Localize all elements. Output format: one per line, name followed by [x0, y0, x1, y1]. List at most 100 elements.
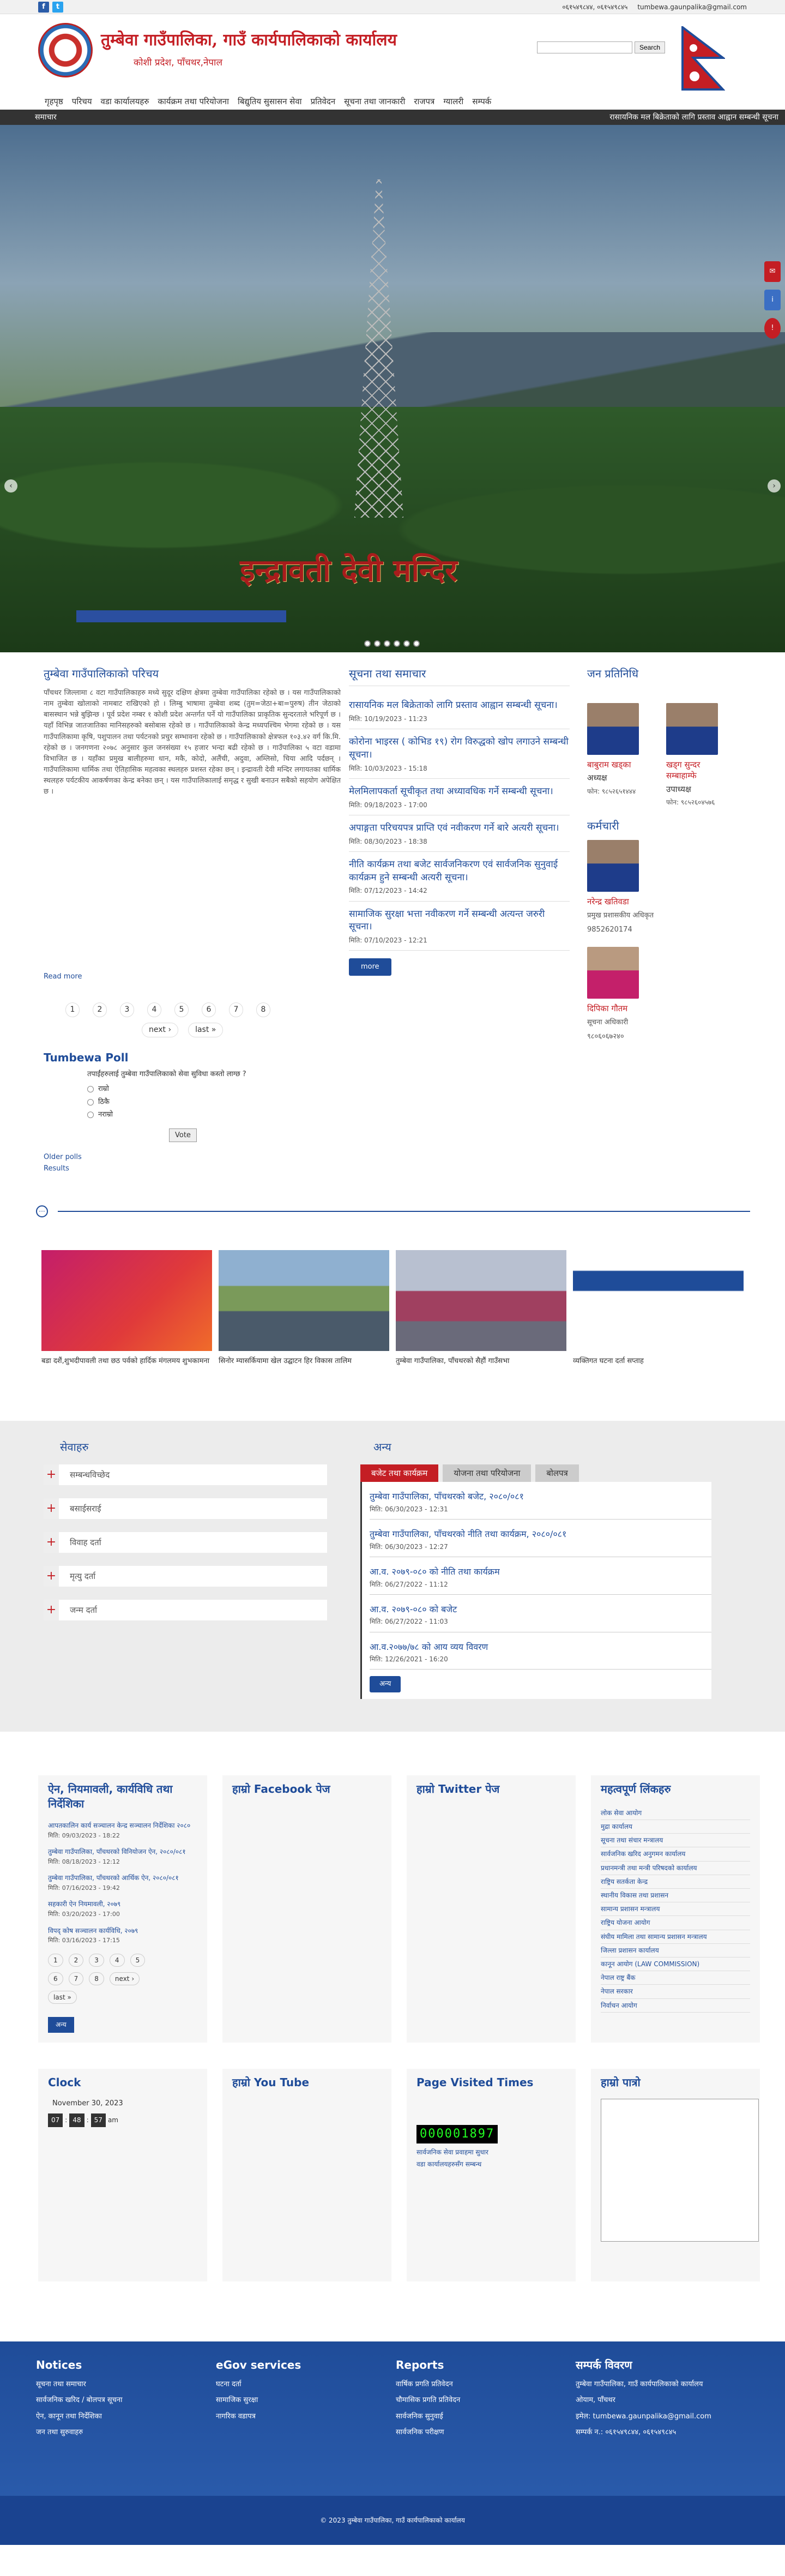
- important-link[interactable]: लोक सेवा आयोग: [601, 1806, 750, 1821]
- pager-page[interactable]: 4: [147, 1002, 161, 1017]
- important-link[interactable]: संघीय मामिला तथा सामान्य प्रशासन मन्त्रा…: [601, 1930, 750, 1944]
- slider-dot[interactable]: [394, 640, 400, 647]
- footer-link[interactable]: सूचना तथा समाचार: [36, 2379, 216, 2390]
- radio-icon[interactable]: [87, 1085, 94, 1092]
- gallery-caption[interactable]: व्यक्तिगत घटना दर्ता सप्ताह: [573, 1356, 744, 1366]
- nav-item[interactable]: परिचय: [72, 96, 92, 107]
- law-pager-item[interactable]: 5: [130, 1953, 146, 1967]
- alert-icon[interactable]: !: [764, 318, 781, 339]
- important-link[interactable]: मुद्रा कार्यालय: [601, 1820, 750, 1834]
- rep-name[interactable]: बाबुराम खड्का: [587, 759, 650, 770]
- plus-icon[interactable]: +: [44, 1600, 59, 1621]
- service-item[interactable]: + विवाह दर्ता: [44, 1532, 327, 1553]
- nav-item[interactable]: वडा कार्यालयहरु: [101, 96, 149, 107]
- important-link[interactable]: नेपाल सरकार: [601, 1985, 750, 1999]
- law-title[interactable]: तुम्बेवा गाउँपालिका, पाँचथरको आर्थिक ऐन,…: [48, 1874, 197, 1883]
- tab-3[interactable]: बोलपत्र: [535, 1464, 579, 1482]
- gallery-item[interactable]: सिनोर म्यासर्कियामा खेल उद्घाटन हिर विका…: [219, 1250, 389, 1366]
- pager-page[interactable]: 6: [202, 1002, 216, 1017]
- slider-next-icon[interactable]: ›: [768, 479, 781, 493]
- footer-link[interactable]: सामाजिक सुरक्षा: [216, 2395, 396, 2406]
- law-pager-item[interactable]: next ›: [109, 1972, 140, 1986]
- other-item-title[interactable]: तुम्बेवा गाउँपालिका, पाँचथरको नीति तथा क…: [370, 1528, 711, 1540]
- news-title[interactable]: अपाङ्गता परिचयपत्र प्राप्ति एवं नवीकरण ग…: [349, 822, 570, 835]
- other-item-title[interactable]: आ.व.२०७७/७८ को आय व्यय विवरण: [370, 1641, 711, 1653]
- important-link[interactable]: सूचना तथा संचार मन्त्रालय: [601, 1834, 750, 1848]
- calendar-frame[interactable]: [601, 2098, 759, 2242]
- tab-2[interactable]: योजना तथा परियोजना: [443, 1464, 532, 1482]
- footer-link[interactable]: तुम्बेवा गाउँपालिका, गाउँ कार्यपालिकाको …: [576, 2379, 756, 2390]
- important-link[interactable]: सार्वजनिक खरिद अनुगमन कार्यालय: [601, 1847, 750, 1862]
- footer-link[interactable]: इमेल: tumbewa.gaunpalika@gmail.com: [576, 2411, 756, 2422]
- municipality-logo[interactable]: [38, 23, 93, 77]
- footer-link[interactable]: ऐन, कानून तथा निर्देशिका: [36, 2411, 216, 2422]
- pager-next[interactable]: next ›: [142, 1022, 179, 1037]
- slider-dot[interactable]: [403, 640, 410, 647]
- plus-icon[interactable]: +: [44, 1464, 59, 1486]
- footer-link[interactable]: नागरिक वडापत्र: [216, 2411, 396, 2422]
- important-link[interactable]: नेपाल राष्ट्र बैंक: [601, 1971, 750, 1985]
- law-pager-item[interactable]: 4: [109, 1953, 125, 1967]
- other-item-title[interactable]: तुम्बेवा गाउँपालिका, पाँचथरको बजेट, २०८०…: [370, 1491, 711, 1503]
- law-pager-item[interactable]: 2: [68, 1953, 84, 1967]
- staff-name[interactable]: दिपिका गौतम: [587, 1003, 751, 1014]
- slider-prev-icon[interactable]: ‹: [4, 479, 17, 493]
- poll-option[interactable]: ठिकै: [87, 1097, 341, 1107]
- vote-button[interactable]: Vote: [169, 1128, 197, 1143]
- footer-link[interactable]: जन तथा सुरुवाहरु: [36, 2427, 216, 2438]
- other-item-title[interactable]: आ.व. २०७९-०८० को बजेट: [370, 1604, 711, 1616]
- read-more-link[interactable]: Read more: [44, 972, 82, 981]
- footer-link[interactable]: सार्वजनिक खरिद / बोलपत्र सूचना: [36, 2395, 216, 2406]
- footer-link[interactable]: चौमासिक प्रगति प्रतिवेदन: [396, 2395, 576, 2406]
- nav-item[interactable]: ग्यालरी: [443, 96, 463, 107]
- gallery-item[interactable]: बडा दशैं,शुभदीपावली तथा छठ पर्वको हार्दि…: [41, 1250, 212, 1366]
- law-pager-item[interactable]: last »: [48, 1991, 77, 2004]
- footer-link[interactable]: वार्षिक प्रगति प्रतिवेदन: [396, 2379, 576, 2390]
- important-link[interactable]: जिल्ला प्रशासन कार्यालय: [601, 1944, 750, 1957]
- rep-name[interactable]: खड्ग सुन्दर सम्बाहाम्फे: [666, 759, 729, 782]
- laws-more-button[interactable]: अन्य: [48, 2017, 74, 2033]
- pager-page[interactable]: 2: [93, 1002, 107, 1017]
- chat-icon[interactable]: ✉: [764, 261, 781, 282]
- law-pager-item[interactable]: 8: [89, 1972, 104, 1986]
- important-link[interactable]: स्थानीय विकास तथा प्रशासन: [601, 1889, 750, 1903]
- radio-icon[interactable]: [87, 1112, 94, 1119]
- other-more-button[interactable]: अन्य: [370, 1676, 401, 1692]
- facebook-icon[interactable]: f: [38, 2, 49, 13]
- pager-page[interactable]: 3: [120, 1002, 134, 1017]
- poll-option[interactable]: राम्रो: [87, 1084, 341, 1094]
- info-icon[interactable]: i: [764, 290, 781, 310]
- news-title[interactable]: रासायनिक मल बिक्रेताको लागि प्रस्ताव आह्…: [349, 699, 570, 712]
- news-title[interactable]: कोरोना भाइरस ( कोभिड १९) रोग विरुद्धको ख…: [349, 736, 570, 762]
- older-polls-link[interactable]: Older polls: [44, 1152, 341, 1163]
- search-input[interactable]: [536, 41, 632, 53]
- poll-results-link[interactable]: Results: [44, 1163, 341, 1175]
- ticker-text[interactable]: रासायनिक मल बिक्रेताको लागि प्रस्ताव आह्…: [609, 112, 785, 123]
- footer-link[interactable]: सार्वजनिक परीक्षण: [396, 2427, 576, 2438]
- pager-page[interactable]: 1: [65, 1002, 80, 1017]
- service-item[interactable]: + मृत्यु दर्ता: [44, 1566, 327, 1587]
- law-pager-item[interactable]: 3: [89, 1953, 104, 1967]
- nav-item[interactable]: गृहपृष्ठ: [45, 96, 63, 107]
- gallery-caption[interactable]: तुम्बेवा गाउँपालिका, पाँचथरको सैहौं गाउँ…: [396, 1356, 566, 1366]
- footer-link[interactable]: सम्पर्क न.: ०६१५४९८४४, ०६१५४९८४५: [576, 2427, 756, 2438]
- gallery-caption[interactable]: बडा दशैं,शुभदीपावली तथा छठ पर्वको हार्दि…: [41, 1356, 212, 1366]
- important-link[interactable]: सामान्य प्रशासन मन्त्रालय: [601, 1902, 750, 1917]
- footer-link[interactable]: ओयाम, पाँचथर: [576, 2395, 756, 2406]
- footer-link[interactable]: घटना दर्ता: [216, 2379, 396, 2390]
- twitter-icon[interactable]: t: [52, 2, 63, 13]
- plus-icon[interactable]: +: [44, 1498, 59, 1520]
- tab-1[interactable]: बजेट तथा कार्यक्रम: [360, 1464, 439, 1482]
- slider-dot[interactable]: [384, 640, 390, 647]
- top-email[interactable]: tumbewa.gaunpalika@gmail.com: [637, 3, 747, 11]
- law-pager-item[interactable]: 7: [68, 1972, 84, 1986]
- nav-item[interactable]: बिद्युतिय सुसासन सेवा: [238, 96, 302, 107]
- law-pager-item[interactable]: 6: [48, 1972, 63, 1986]
- nav-item[interactable]: सूचना तथा जानकारी: [344, 96, 405, 107]
- other-item-title[interactable]: आ.व. २०७९-०८० को नीति तथा कार्यक्रम: [370, 1566, 711, 1578]
- pager-page[interactable]: 7: [229, 1002, 243, 1017]
- gallery-image[interactable]: [219, 1250, 389, 1351]
- plus-icon[interactable]: +: [44, 1566, 59, 1587]
- law-pager-item[interactable]: 1: [48, 1953, 63, 1967]
- gallery-image[interactable]: [396, 1250, 566, 1351]
